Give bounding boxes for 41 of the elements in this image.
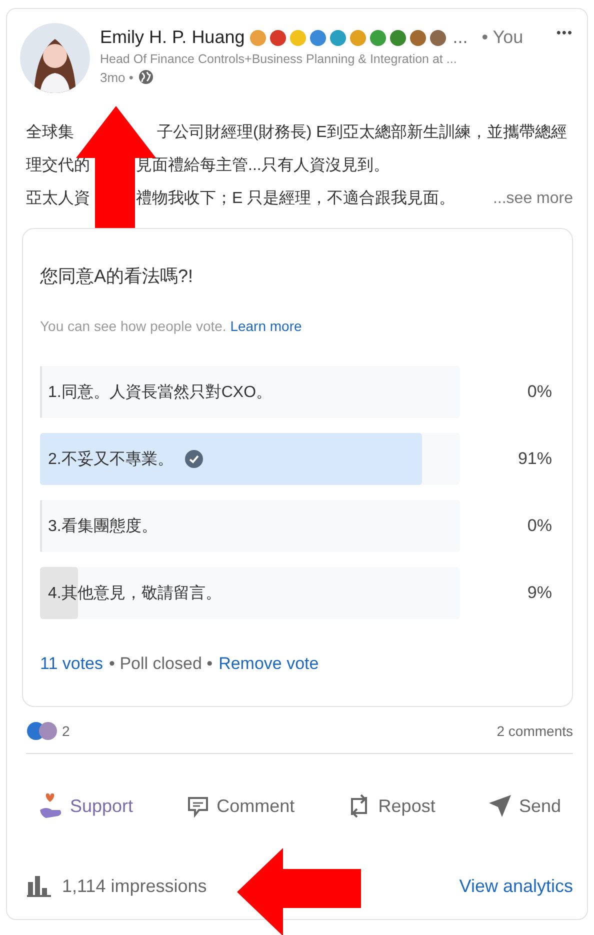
bar-chart-icon [26, 874, 52, 898]
author-headline: Head Of Finance Controls+Business Planning & Integration at ... [100, 52, 458, 66]
action-button[interactable]: Send [482, 785, 565, 827]
send-icon [486, 793, 513, 819]
post-text: 亞太人資 [26, 188, 90, 209]
globe-icon [138, 69, 154, 85]
reaction-icons-drawing [26, 721, 58, 741]
comments-count[interactable]: 2 comments [496, 723, 573, 739]
option-percent: 91% [518, 449, 552, 469]
option-label: 2.不妥又不專業。 [47, 450, 174, 470]
learn-more-link[interactable]: Learn more [230, 318, 302, 334]
see-more-link[interactable]: ...see more [492, 182, 573, 215]
poll-question: 您同意A的看法嗎?! [40, 265, 194, 288]
post-text: 全球集 [26, 122, 74, 143]
post-text: 理交代的 [26, 156, 90, 176]
check-icon [185, 450, 204, 468]
option-percent: 0% [527, 382, 552, 402]
view-analytics-link[interactable]: View analytics [459, 876, 573, 896]
author-name[interactable]: Emily H. P. Huang [100, 27, 245, 48]
support-hand-icon [38, 792, 64, 820]
post-text: 子公司財經理(財務長) E到亞太總部新生訓練，並攜帶總經 [157, 122, 567, 143]
poll-note: You can see how people vote. Learn more [40, 318, 303, 334]
action-button[interactable]: Repost [342, 785, 440, 827]
option-label: 1.同意。人資長當然只對CXO。 [47, 382, 272, 402]
votes-link[interactable]: 11 votes [40, 654, 104, 674]
poll-status: • Poll closed • [109, 654, 213, 674]
reaction-count[interactable]: 2 [62, 723, 70, 739]
option-label: 3.看集團態度。 [47, 516, 158, 536]
more-options-button[interactable]: ••• [556, 17, 573, 40]
action-button[interactable]: Comment [180, 785, 299, 827]
connection-degree: • You [482, 27, 524, 48]
avatar[interactable] [20, 23, 90, 93]
action-button[interactable]: Support [34, 785, 138, 827]
post-time: 3mo • [100, 70, 134, 84]
name-overflow: ... [452, 27, 468, 48]
option-percent: 0% [527, 516, 552, 536]
post-text: 禮物我收下；E 只是經理，不適合跟我見面。 [136, 188, 456, 209]
impressions-count: 1,114 impressions [62, 876, 207, 896]
option-label: 4.其他意見，敬請留言。 [47, 584, 222, 604]
remove-vote-link[interactable]: Remove vote [218, 654, 319, 674]
option-percent: 9% [527, 583, 552, 603]
